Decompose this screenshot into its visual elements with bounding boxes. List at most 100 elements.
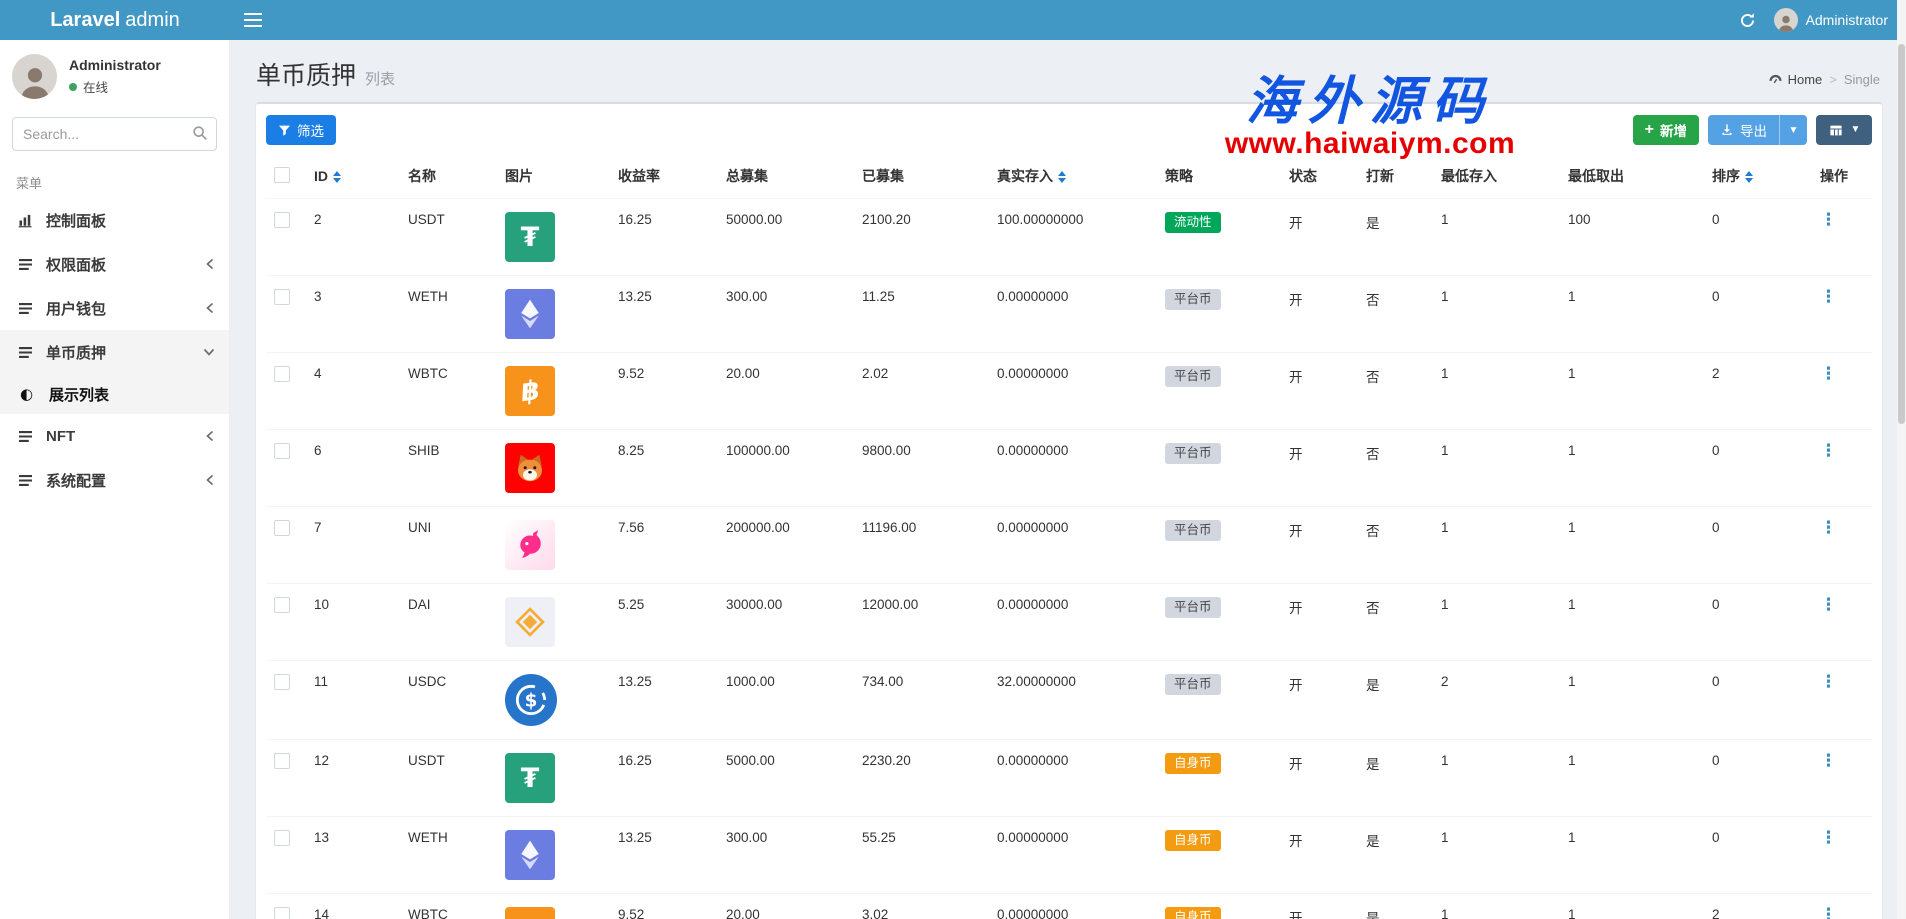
cell-name: WBTC (408, 907, 448, 919)
refresh-button[interactable] (1739, 12, 1756, 29)
column-header-打新: 打新 (1358, 154, 1433, 199)
table-row: 13WETH13.25300.0055.250.00000000自身币开是110… (266, 817, 1872, 894)
adjust-icon: ◐ (20, 385, 46, 403)
column-header-真实存入[interactable]: 真实存入 (989, 154, 1157, 199)
table-row: 6SHIB8.25100000.009800.000.00000000平台币开否… (266, 430, 1872, 507)
row-actions-button[interactable]: ⋮ (1820, 441, 1837, 461)
strategy-badge: 自身币 (1165, 753, 1221, 774)
weth-icon (505, 830, 555, 880)
breadcrumb-home-link[interactable]: Home (1768, 72, 1823, 87)
breadcrumb-home-label: Home (1788, 72, 1823, 87)
export-button[interactable]: 导出 (1708, 115, 1779, 145)
select-all-checkbox[interactable] (274, 167, 290, 183)
usdc-icon: $ (505, 674, 557, 726)
plus-icon: + (1645, 122, 1654, 138)
filter-button[interactable]: 筛选 (266, 115, 336, 145)
sidebar-item-label: 系统配置 (43, 470, 205, 491)
row-checkbox[interactable] (274, 753, 290, 769)
column-label: 排序 (1712, 168, 1740, 184)
cell-raised: 2230.20 (862, 753, 911, 768)
row-checkbox[interactable] (274, 212, 290, 228)
row-checkbox[interactable] (274, 674, 290, 690)
strategy-badge: 平台币 (1165, 289, 1221, 310)
cell-real-deposit: 0.00000000 (997, 520, 1068, 535)
row-actions-button[interactable]: ⋮ (1820, 828, 1837, 848)
navbar-user-menu[interactable]: Administrator (1774, 8, 1888, 32)
scrollbar-thumb[interactable] (1898, 44, 1905, 424)
column-label: 状态 (1289, 168, 1317, 184)
cell-id: 3 (314, 289, 322, 304)
sidebar-toggle-button[interactable] (230, 0, 276, 40)
cell-min-withdraw: 1 (1568, 289, 1576, 304)
row-actions-button[interactable]: ⋮ (1820, 210, 1837, 230)
row-actions-button[interactable]: ⋮ (1820, 364, 1837, 384)
column-settings-button[interactable]: ▼ (1816, 115, 1872, 145)
list-icon (17, 302, 43, 315)
cell-raised: 11196.00 (862, 520, 916, 535)
sidebar-item-label: NFT (43, 428, 205, 445)
table-row: 7UNI7.56200000.0011196.000.00000000平台币开否… (266, 507, 1872, 584)
cell-id: 2 (314, 212, 322, 227)
row-checkbox[interactable] (274, 520, 290, 536)
row-checkbox[interactable] (274, 289, 290, 305)
navbar-username: Administrator (1806, 12, 1888, 28)
search-input[interactable] (12, 117, 217, 151)
sidebar-subitem-展示列表[interactable]: ◐展示列表 (0, 374, 229, 414)
uni-icon (505, 520, 555, 570)
cell-min-withdraw: 1 (1568, 597, 1576, 612)
column-label: 名称 (408, 168, 436, 184)
row-actions-button[interactable]: ⋮ (1820, 518, 1837, 538)
sidebar-item-NFT[interactable]: NFT (0, 414, 229, 458)
add-button[interactable]: + 新增 (1633, 115, 1699, 145)
row-checkbox[interactable] (274, 597, 290, 613)
cell-new-launch: 是 (1366, 678, 1380, 693)
row-actions-button[interactable]: ⋮ (1820, 672, 1837, 692)
cell-min-withdraw: 100 (1568, 212, 1591, 227)
cell-status: 开 (1289, 447, 1303, 462)
export-dropdown-caret[interactable]: ▼ (1779, 115, 1807, 145)
cell-new-launch: 是 (1366, 216, 1380, 231)
cell-total-raise: 5000.00 (726, 753, 775, 768)
column-header-排序[interactable]: 排序 (1704, 154, 1812, 199)
row-actions-button[interactable]: ⋮ (1820, 287, 1837, 307)
page-subtitle: 列表 (365, 68, 395, 92)
cell-raised: 9800.00 (862, 443, 911, 458)
brand-rest: admin (125, 9, 179, 32)
cell-new-launch: 否 (1366, 370, 1380, 385)
strategy-badge: 自身币 (1165, 907, 1221, 919)
table-row: 3WETH13.25300.0011.250.00000000平台币开否110⋮ (266, 276, 1872, 353)
sidebar-item-系统配置[interactable]: 系统配置 (0, 458, 229, 502)
strategy-badge: 平台币 (1165, 366, 1221, 387)
row-checkbox[interactable] (274, 830, 290, 846)
cell-total-raise: 300.00 (726, 289, 767, 304)
sidebar-item-权限面板[interactable]: 权限面板 (0, 242, 229, 286)
sidebar-item-单币质押[interactable]: 单币质押 (0, 330, 229, 374)
cell-name: DAI (408, 597, 431, 612)
cell-min-withdraw: 1 (1568, 753, 1576, 768)
cell-sort: 2 (1712, 907, 1720, 919)
search-icon[interactable] (191, 124, 209, 142)
cell-real-deposit: 100.00000000 (997, 212, 1083, 227)
column-label: 最低取出 (1568, 168, 1624, 184)
row-checkbox[interactable] (274, 366, 290, 382)
cell-min-deposit: 2 (1441, 674, 1449, 689)
column-header-ID[interactable]: ID (306, 154, 400, 199)
page-title: 单币质押 (256, 56, 356, 92)
row-checkbox[interactable] (274, 907, 290, 919)
chevron-left-icon (205, 258, 215, 270)
row-actions-button[interactable]: ⋮ (1820, 595, 1837, 615)
top-navbar: Laravel admin Administrator (0, 0, 1906, 40)
sidebar-item-用户钱包[interactable]: 用户钱包 (0, 286, 229, 330)
column-label: 已募集 (862, 168, 904, 184)
row-checkbox[interactable] (274, 443, 290, 459)
list-icon (17, 346, 43, 359)
column-header-图片: 图片 (497, 154, 610, 199)
row-actions-button[interactable]: ⋮ (1820, 751, 1837, 771)
cell-status: 开 (1289, 911, 1303, 919)
chevron-left-icon (205, 430, 215, 442)
app-brand[interactable]: Laravel admin (0, 0, 230, 40)
cell-raised: 12000.00 (862, 597, 918, 612)
sidebar-item-控制面板[interactable]: 控制面板 (0, 198, 229, 242)
row-actions-button[interactable]: ⋮ (1820, 905, 1837, 919)
strategy-badge: 平台币 (1165, 674, 1221, 695)
